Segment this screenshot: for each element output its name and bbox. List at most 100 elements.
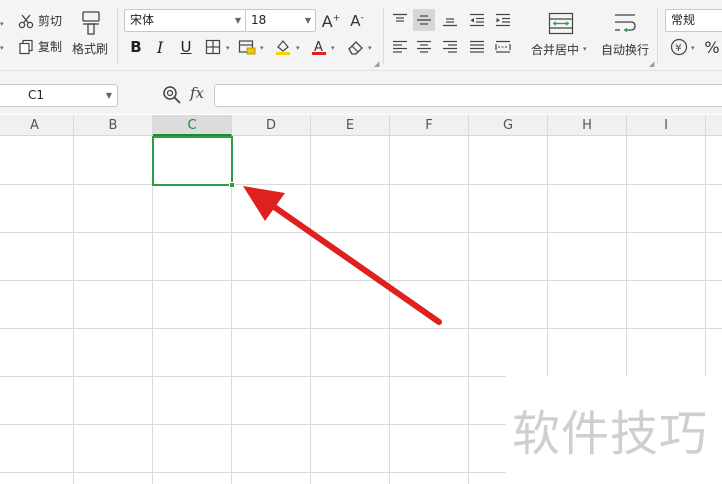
- percent-icon: %: [704, 37, 720, 57]
- grid-line: [73, 136, 74, 484]
- wrap-text-icon: [615, 14, 636, 33]
- decrease-indent-button[interactable]: [466, 9, 488, 31]
- column-header-g[interactable]: G: [469, 115, 548, 136]
- column-header-c[interactable]: C: [153, 115, 232, 136]
- column-header-bar: A B C D E F G H I: [0, 115, 722, 136]
- borders-dropdown-arrow[interactable]: ▾: [226, 44, 230, 52]
- font-shrink-icon: A-: [350, 12, 364, 30]
- cell-style-dropdown-arrow[interactable]: ▾: [260, 44, 264, 52]
- underline-button[interactable]: U: [175, 36, 197, 58]
- grid-line: [152, 136, 153, 484]
- clear-dropdown-arrow[interactable]: ▾: [368, 44, 372, 52]
- grid-line: [0, 424, 506, 425]
- format-painter-icon: [82, 11, 100, 35]
- bold-icon: B: [130, 38, 142, 56]
- align-right-button[interactable]: [439, 36, 461, 58]
- chevron-down-icon: ▼: [105, 91, 112, 100]
- chevron-down-icon: ▼: [304, 16, 311, 25]
- column-header-d[interactable]: D: [232, 115, 311, 136]
- align-bottom-icon: [443, 18, 457, 27]
- column-header-i[interactable]: I: [627, 115, 706, 136]
- increase-indent-button[interactable]: [492, 9, 514, 31]
- justify-button[interactable]: [466, 36, 488, 58]
- column-header-f[interactable]: F: [390, 115, 469, 136]
- distributed-align-button[interactable]: [492, 36, 514, 58]
- align-top-button[interactable]: [389, 9, 411, 31]
- formula-bar: C1 ▼ fx: [0, 70, 722, 114]
- grid-line: [547, 136, 548, 376]
- paint-bucket-icon: [276, 40, 290, 55]
- cell-style-icon: [238, 40, 256, 55]
- column-header-e[interactable]: E: [311, 115, 390, 136]
- align-middle-button[interactable]: [413, 9, 435, 31]
- grid-line: [231, 136, 232, 484]
- currency-button[interactable]: ¥: [668, 36, 690, 58]
- grid-line: [389, 136, 390, 484]
- align-center-button[interactable]: [413, 36, 435, 58]
- font-size-select[interactable]: 18 ▼: [245, 9, 316, 32]
- alignment-group-launcher-icon[interactable]: ◢: [649, 60, 654, 68]
- wrap-text-button[interactable]: 自动换行: [598, 8, 652, 68]
- scissors-icon: [18, 14, 34, 28]
- borders-icon: [205, 39, 221, 55]
- merge-dropdown-arrow[interactable]: ▾: [583, 45, 587, 53]
- column-header-h[interactable]: H: [548, 115, 627, 136]
- merge-cells-icon: [548, 12, 574, 35]
- fill-handle[interactable]: [229, 182, 235, 188]
- align-top-icon: [393, 13, 407, 22]
- align-middle-icon: [417, 15, 431, 25]
- currency-dropdown-arrow[interactable]: ▾: [691, 44, 695, 52]
- font-group-launcher-icon[interactable]: ◢: [374, 60, 379, 68]
- merge-center-label: 合并居中: [531, 43, 580, 57]
- font-color-button[interactable]: A: [308, 36, 330, 58]
- italic-button[interactable]: I: [149, 36, 171, 58]
- grid-line: [468, 136, 469, 484]
- svg-text:¥: ¥: [675, 43, 681, 54]
- zoom-icon[interactable]: [162, 85, 182, 105]
- align-bottom-button[interactable]: [439, 9, 461, 31]
- merge-center-button[interactable]: 合并居中 ▾: [530, 8, 592, 68]
- cell-style-button[interactable]: [236, 36, 258, 58]
- column-header-a[interactable]: A: [0, 115, 74, 136]
- font-grow-icon: A+: [321, 11, 341, 31]
- grid-line: [0, 184, 722, 185]
- format-painter-label: 格式刷: [72, 42, 109, 56]
- decrease-font-size-button[interactable]: A-: [346, 10, 368, 32]
- copy-icon: [19, 39, 33, 54]
- copy-button[interactable]: 复制: [18, 38, 62, 55]
- selected-cell-c1[interactable]: [152, 136, 233, 186]
- percent-button[interactable]: %: [701, 36, 722, 58]
- name-box[interactable]: C1 ▼: [0, 84, 118, 107]
- number-format-select[interactable]: 常规: [665, 9, 722, 32]
- grid-line: [0, 232, 722, 233]
- format-painter-button[interactable]: 格式刷: [72, 8, 110, 68]
- copy-dropdown-arrow[interactable]: ▾: [0, 44, 4, 52]
- align-left-button[interactable]: [389, 36, 411, 58]
- wrap-text-label: 自动换行: [601, 43, 650, 57]
- justify-icon: [470, 40, 484, 53]
- grid-line: [0, 472, 506, 473]
- cell-reference: C1: [28, 88, 45, 102]
- distributed-align-icon: [495, 40, 511, 53]
- fill-color-button[interactable]: [272, 36, 294, 58]
- indent-icon: [496, 13, 510, 27]
- cut-button[interactable]: 剪切: [18, 12, 62, 29]
- grid-line: [705, 136, 706, 376]
- fill-color-dropdown-arrow[interactable]: ▾: [296, 44, 300, 52]
- font-name-value: 宋体: [130, 13, 155, 27]
- formula-input[interactable]: [214, 84, 722, 107]
- currency-icon: ¥: [670, 38, 688, 56]
- paste-dropdown-arrow[interactable]: ▾: [0, 20, 4, 28]
- clear-button[interactable]: [345, 36, 367, 58]
- font-color-dropdown-arrow[interactable]: ▾: [331, 44, 335, 52]
- group-divider: [117, 8, 118, 64]
- insert-function-button[interactable]: fx: [190, 84, 204, 102]
- column-header-b[interactable]: B: [74, 115, 153, 136]
- cut-label: 剪切: [38, 14, 63, 28]
- bold-button[interactable]: B: [125, 36, 147, 58]
- increase-font-size-button[interactable]: A+: [320, 10, 342, 32]
- borders-button[interactable]: [202, 36, 224, 58]
- chevron-down-icon: ▼: [234, 16, 241, 25]
- font-name-select[interactable]: 宋体 ▼: [124, 9, 246, 32]
- eraser-icon: [348, 41, 363, 55]
